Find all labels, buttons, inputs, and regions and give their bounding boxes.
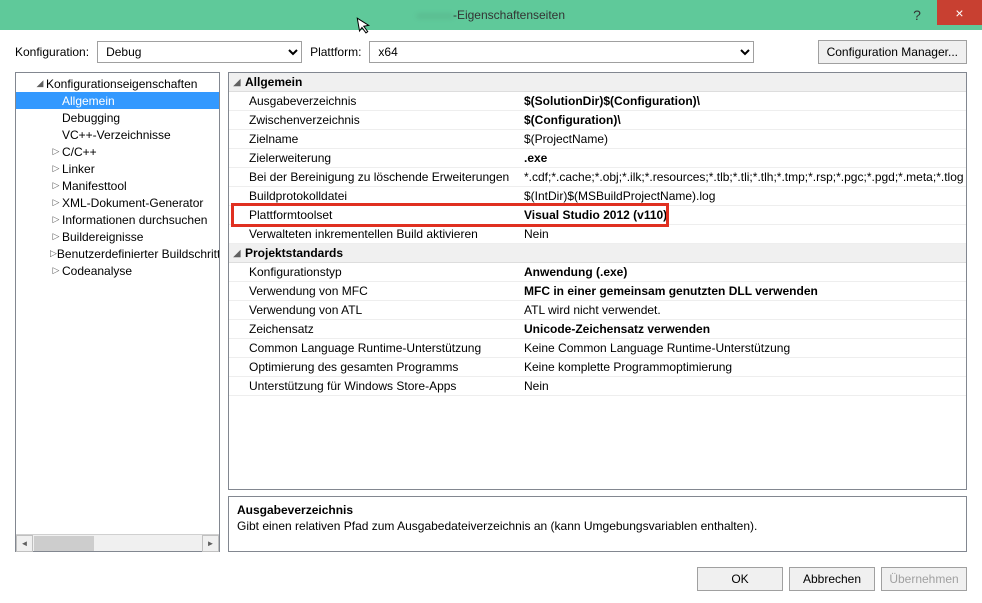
ok-button[interactable]: OK xyxy=(697,567,783,591)
tree-item-c-c-[interactable]: ▷C/C++ xyxy=(16,143,219,160)
config-row: Konfiguration: Debug Plattform: x64 Conf… xyxy=(0,30,982,72)
property-row[interactable]: Buildprotokolldatei$(IntDir)$(MSBuildPro… xyxy=(229,187,966,206)
tree-item-allgemein[interactable]: Allgemein xyxy=(16,92,219,109)
property-row[interactable]: KonfigurationstypAnwendung (.exe) xyxy=(229,263,966,282)
property-row[interactable]: Zielerweiterung.exe xyxy=(229,149,966,168)
chevron-down-icon: ◢ xyxy=(229,77,245,88)
property-value[interactable]: $(ProjectName) xyxy=(520,132,966,146)
property-value[interactable]: Keine Common Language Runtime-Unterstütz… xyxy=(520,341,966,355)
chevron-right-icon: ▷ xyxy=(50,214,62,225)
apply-button[interactable]: Übernehmen xyxy=(881,567,967,591)
property-row[interactable]: Optimierung des gesamten ProgrammsKeine … xyxy=(229,358,966,377)
chevron-right-icon: ▷ xyxy=(50,231,62,242)
tree-root[interactable]: ◢Konfigurationseigenschaften xyxy=(16,75,219,92)
property-value[interactable]: $(IntDir)$(MSBuildProjectName).log xyxy=(520,189,966,203)
property-name: Verwalteten inkrementellen Build aktivie… xyxy=(245,227,520,241)
tree-item-debugging[interactable]: Debugging xyxy=(16,109,219,126)
config-manager-button[interactable]: Configuration Manager... xyxy=(818,40,967,64)
property-row[interactable]: ZeichensatzUnicode-Zeichensatz verwenden xyxy=(229,320,966,339)
configuration-select[interactable]: Debug xyxy=(97,41,302,63)
section-header[interactable]: ◢Allgemein xyxy=(229,73,966,92)
description-title: Ausgabeverzeichnis xyxy=(237,503,958,517)
property-value[interactable]: .exe xyxy=(520,151,966,165)
property-row[interactable]: Bei der Bereinigung zu löschende Erweite… xyxy=(229,168,966,187)
description-text: Gibt einen relativen Pfad zum Ausgabedat… xyxy=(237,519,958,533)
tree-item-benutzerdefinierter-buildschritt[interactable]: ▷Benutzerdefinierter Buildschritt xyxy=(16,245,219,262)
tree-item-vc-verzeichnisse[interactable]: VC++-Verzeichnisse xyxy=(16,126,219,143)
section-header[interactable]: ◢Projektstandards xyxy=(229,244,966,263)
help-button[interactable]: ? xyxy=(902,0,932,30)
tree[interactable]: ◢KonfigurationseigenschaftenAllgemeinDeb… xyxy=(16,73,219,534)
property-value[interactable]: Unicode-Zeichensatz verwenden xyxy=(520,322,966,336)
property-name: Unterstützung für Windows Store-Apps xyxy=(245,379,520,393)
property-row[interactable]: Verwalteten inkrementellen Build aktivie… xyxy=(229,225,966,244)
chevron-right-icon: ▷ xyxy=(50,265,62,276)
chevron-right-icon: ▷ xyxy=(50,248,57,259)
titlebar: ———-Eigenschaftenseiten ? × xyxy=(0,0,982,30)
property-name: Bei der Bereinigung zu löschende Erweite… xyxy=(245,170,520,184)
property-value[interactable]: $(Configuration)\ xyxy=(520,113,966,127)
property-name: Zeichensatz xyxy=(245,322,520,336)
description-panel: Ausgabeverzeichnis Gibt einen relativen … xyxy=(228,496,967,552)
property-row[interactable]: Common Language Runtime-UnterstützungKei… xyxy=(229,339,966,358)
cancel-button[interactable]: Abbrechen xyxy=(789,567,875,591)
tree-item-buildereignisse[interactable]: ▷Buildereignisse xyxy=(16,228,219,245)
property-row[interactable]: Ausgabeverzeichnis$(SolutionDir)$(Config… xyxy=(229,92,966,111)
config-label: Konfiguration: xyxy=(15,45,89,59)
property-name: Zielname xyxy=(245,132,520,146)
property-value[interactable]: Nein xyxy=(520,227,966,241)
property-value[interactable]: Visual Studio 2012 (v110) xyxy=(520,208,966,222)
footer: OK Abbrechen Übernehmen xyxy=(697,567,967,591)
tree-item-codeanalyse[interactable]: ▷Codeanalyse xyxy=(16,262,219,279)
property-name: Plattformtoolset xyxy=(245,208,520,222)
property-name: Zwischenverzeichnis xyxy=(245,113,520,127)
property-name: Konfigurationstyp xyxy=(245,265,520,279)
property-name: Verwendung von ATL xyxy=(245,303,520,317)
property-name: Common Language Runtime-Unterstützung xyxy=(245,341,520,355)
tree-item-informationen-durchsuchen[interactable]: ▷Informationen durchsuchen xyxy=(16,211,219,228)
property-value[interactable]: ATL wird nicht verwendet. xyxy=(520,303,966,317)
property-value[interactable]: Nein xyxy=(520,379,966,393)
property-row[interactable]: Zielname$(ProjectName) xyxy=(229,130,966,149)
chevron-right-icon: ▷ xyxy=(50,197,62,208)
scroll-thumb[interactable] xyxy=(34,536,94,551)
property-name: Verwendung von MFC xyxy=(245,284,520,298)
chevron-down-icon: ◢ xyxy=(229,248,245,259)
tree-item-linker[interactable]: ▷Linker xyxy=(16,160,219,177)
property-value[interactable]: Keine komplette Programmoptimierung xyxy=(520,360,966,374)
property-value[interactable]: Anwendung (.exe) xyxy=(520,265,966,279)
platform-select[interactable]: x64 xyxy=(369,41,754,63)
chevron-right-icon: ▷ xyxy=(50,180,62,191)
property-row[interactable]: Verwendung von MFCMFC in einer gemeinsam… xyxy=(229,282,966,301)
tree-panel: ◢KonfigurationseigenschaftenAllgemeinDeb… xyxy=(15,72,220,552)
property-name: Ausgabeverzeichnis xyxy=(245,94,520,108)
platform-label: Plattform: xyxy=(310,45,361,59)
horizontal-scrollbar[interactable]: ◄ ► xyxy=(16,534,219,551)
chevron-right-icon: ▷ xyxy=(50,146,62,157)
property-value[interactable]: *.cdf;*.cache;*.obj;*.ilk;*.resources;*.… xyxy=(520,170,966,184)
property-name: Optimierung des gesamten Programms xyxy=(245,360,520,374)
window-title: ———-Eigenschaftenseiten xyxy=(417,8,565,22)
property-name: Buildprotokolldatei xyxy=(245,189,520,203)
scroll-left-button[interactable]: ◄ xyxy=(16,535,33,552)
property-grid[interactable]: ◢AllgemeinAusgabeverzeichnis$(SolutionDi… xyxy=(228,72,967,490)
tree-item-xml-dokument-generator[interactable]: ▷XML-Dokument-Generator xyxy=(16,194,219,211)
scroll-right-button[interactable]: ► xyxy=(202,535,219,552)
property-name: Zielerweiterung xyxy=(245,151,520,165)
close-button[interactable]: × xyxy=(937,0,982,25)
property-value[interactable]: $(SolutionDir)$(Configuration)\ xyxy=(520,94,966,108)
property-row[interactable]: Unterstützung für Windows Store-AppsNein xyxy=(229,377,966,396)
property-row[interactable]: PlattformtoolsetVisual Studio 2012 (v110… xyxy=(229,206,966,225)
property-value[interactable]: MFC in einer gemeinsam genutzten DLL ver… xyxy=(520,284,966,298)
property-row[interactable]: Zwischenverzeichnis$(Configuration)\ xyxy=(229,111,966,130)
chevron-down-icon: ◢ xyxy=(34,78,46,89)
tree-item-manifesttool[interactable]: ▷Manifesttool xyxy=(16,177,219,194)
chevron-right-icon: ▷ xyxy=(50,163,62,174)
property-row[interactable]: Verwendung von ATLATL wird nicht verwend… xyxy=(229,301,966,320)
